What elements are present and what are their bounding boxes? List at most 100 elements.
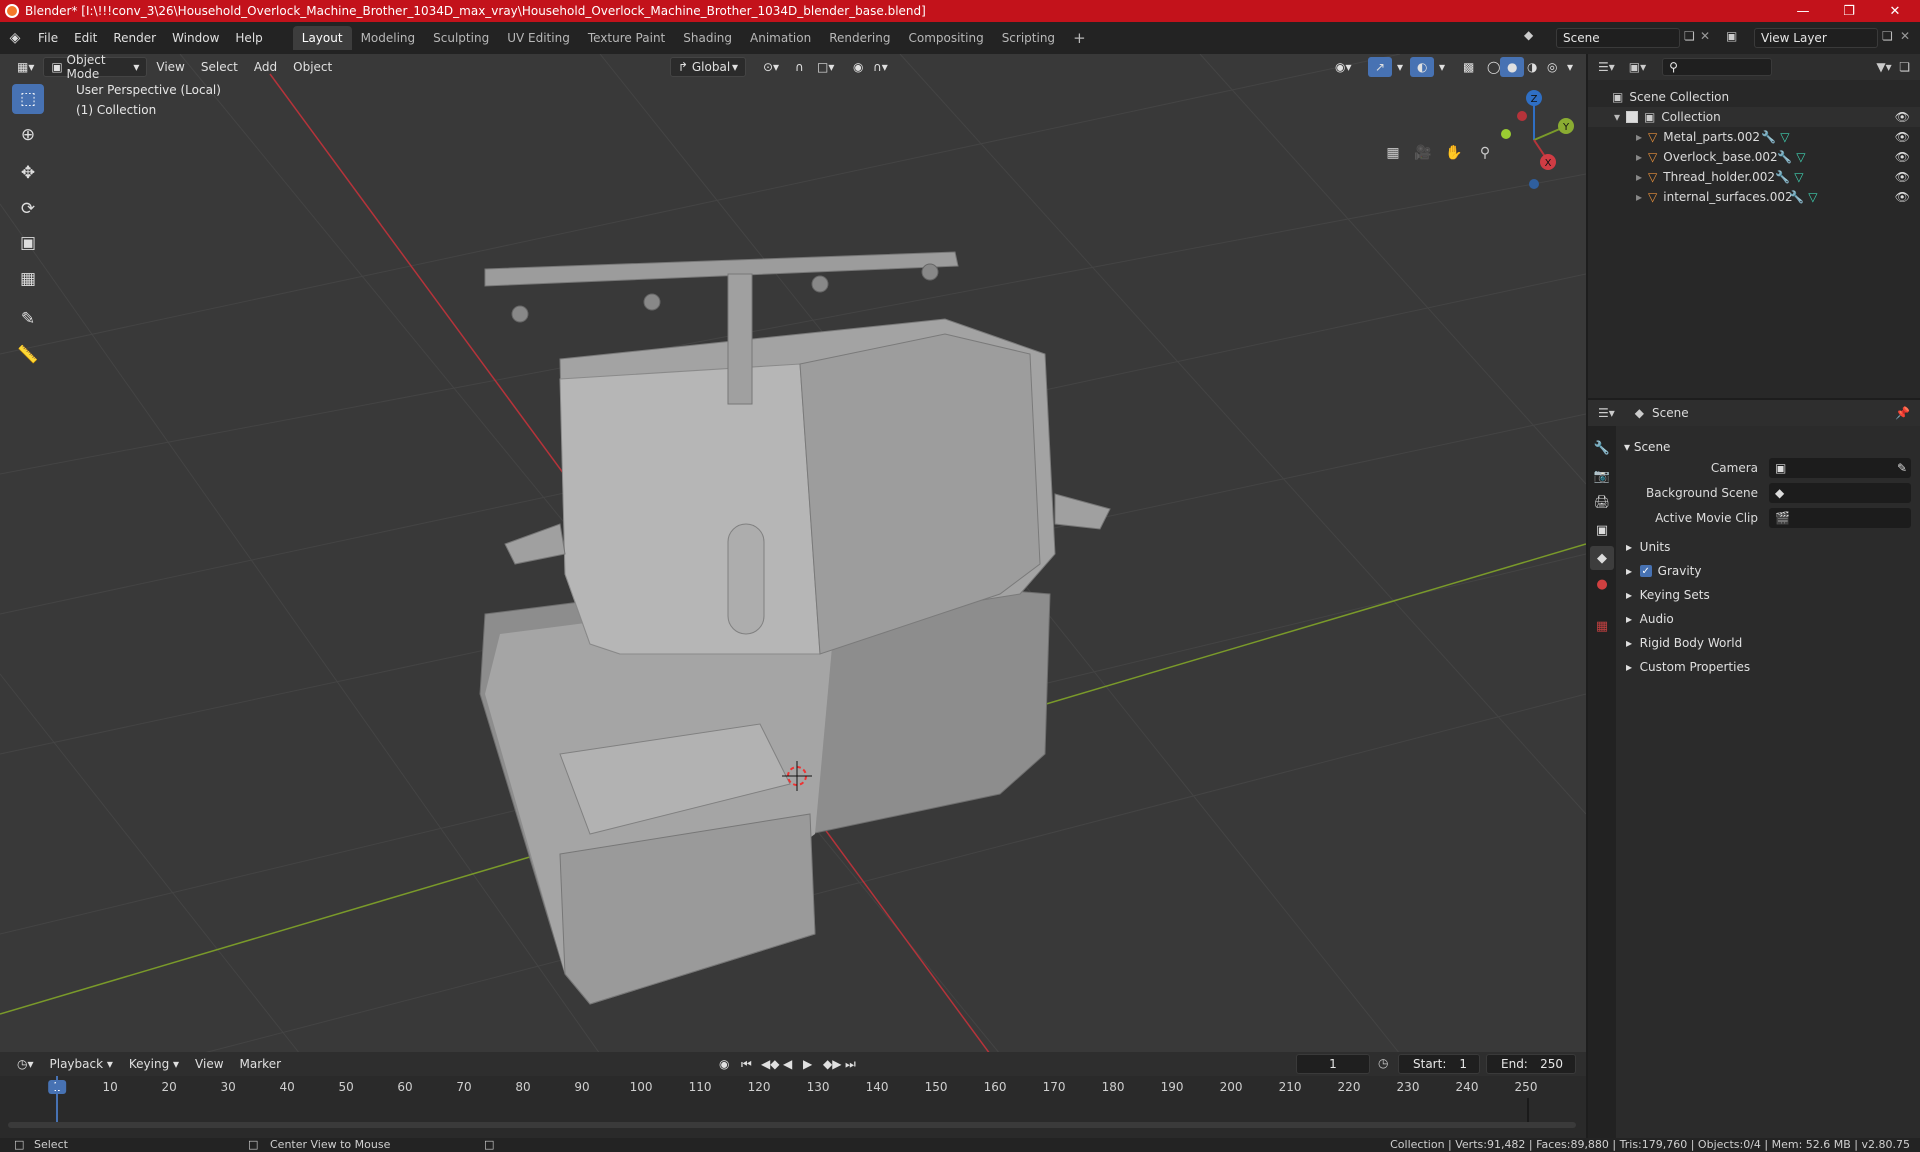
minimize-icon[interactable]: — <box>1780 0 1826 22</box>
close-icon[interactable]: ✕ <box>1872 0 1918 22</box>
units-panel[interactable]: ▸ Units <box>1626 536 1670 558</box>
mesh-data-icon[interactable]: ▽ <box>1796 150 1805 164</box>
expand-arrow-icon[interactable]: ▸ <box>1636 190 1642 204</box>
expand-arrow-icon[interactable]: ▸ <box>1636 130 1642 144</box>
mode-selector[interactable]: ▣ Object Mode ▾ <box>43 54 148 81</box>
visibility-eye-icon[interactable]: 👁 <box>1895 130 1910 144</box>
gizmo-toggle-icon[interactable]: ↗ <box>1368 57 1393 77</box>
delete-view-layer-icon[interactable]: ✕ <box>1900 29 1910 43</box>
outliner-editor-type-icon[interactable]: ☰▾ <box>1598 60 1615 74</box>
menu-window[interactable]: Window <box>164 31 227 45</box>
menu-view[interactable]: View <box>149 57 191 77</box>
tab-modeling[interactable]: Modeling <box>352 26 425 50</box>
pin-icon[interactable]: 📌 <box>1895 406 1910 420</box>
timeline-scrollbar[interactable] <box>8 1122 1576 1128</box>
menu-help[interactable]: Help <box>227 31 270 45</box>
3d-viewport[interactable]: ▦▾ ▣ Object Mode ▾ View Select Add Object… <box>0 54 1586 1054</box>
pan-view-icon[interactable]: ✋ <box>1441 140 1467 166</box>
outliner-item[interactable]: ▸ ▽ Overlock_base.002 🔧 ▽ 👁 <box>1588 147 1920 167</box>
keying-sets-panel[interactable]: ▸ Keying Sets <box>1626 584 1710 606</box>
display-mode-icon[interactable]: ▣▾ <box>1629 60 1646 74</box>
snap-icon[interactable]: ∩ <box>788 57 811 77</box>
tool-tab-icon[interactable]: 🔧 <box>1590 436 1614 460</box>
visibility-eye-icon[interactable]: 👁 <box>1895 170 1910 184</box>
tab-uv-editing[interactable]: UV Editing <box>498 26 579 50</box>
mesh-data-icon[interactable]: ▽ <box>1808 190 1817 204</box>
overlock-machine-model[interactable] <box>479 251 1111 1005</box>
collapse-arrow-icon[interactable]: ▾ <box>1614 110 1620 124</box>
scene-selector[interactable]: Scene <box>1556 28 1680 48</box>
menu-edit[interactable]: Edit <box>66 31 105 45</box>
eyedropper-icon[interactable]: ✎ <box>1897 461 1907 475</box>
tab-shading[interactable]: Shading <box>674 26 741 50</box>
background-scene-field[interactable]: ◆ <box>1769 483 1911 503</box>
camera-view-icon[interactable]: 🎥 <box>1410 140 1436 166</box>
blender-menu-icon[interactable]: ◈ <box>0 30 30 46</box>
visibility-eye-icon[interactable]: 👁 <box>1895 190 1910 204</box>
outliner-item[interactable]: ▸ ▽ Metal_parts.002 🔧 ▽ 👁 <box>1588 127 1920 147</box>
menu-playback[interactable]: Playback ▾ <box>43 1054 120 1074</box>
outliner-scene-collection[interactable]: ▣ Scene Collection <box>1588 87 1920 107</box>
outliner-collection[interactable]: ▾ ▣ Collection 👁 <box>1588 107 1920 127</box>
tab-rendering[interactable]: Rendering <box>820 26 899 50</box>
active-movie-clip-field[interactable]: 🎬 <box>1769 508 1911 528</box>
outliner-search-input[interactable]: ⚲ <box>1662 58 1773 76</box>
view-layer-icon[interactable]: ▣ <box>1726 29 1737 43</box>
cursor-tool-icon[interactable]: ⊕ <box>12 120 44 150</box>
jump-end-icon[interactable]: ⏭ <box>838 1054 863 1074</box>
menu-render[interactable]: Render <box>105 31 164 45</box>
delete-scene-icon[interactable]: ✕ <box>1700 29 1710 43</box>
tab-sculpting[interactable]: Sculpting <box>424 26 498 50</box>
modifier-wrench-icon[interactable]: 🔧 <box>1761 130 1776 144</box>
preview-range-icon[interactable]: ◷ <box>1378 1056 1388 1070</box>
tab-scripting[interactable]: Scripting <box>993 26 1064 50</box>
new-scene-icon[interactable]: ❏ <box>1684 29 1695 43</box>
toggle-grid-view-icon[interactable]: ▦ <box>1380 140 1406 166</box>
new-view-layer-icon[interactable]: ❏ <box>1882 29 1893 43</box>
filter-icon[interactable]: ▼▾ ❏ <box>1876 60 1910 74</box>
record-icon[interactable]: ◉ <box>712 1054 736 1074</box>
menu-select[interactable]: Select <box>194 57 245 77</box>
shading-dropdown-icon[interactable]: ▾ <box>1560 57 1580 77</box>
gravity-panel[interactable]: ▸ ✓ Gravity <box>1626 560 1701 582</box>
tab-layout[interactable]: Layout <box>292 26 352 50</box>
visibility-eye-icon[interactable]: 👁 <box>1895 150 1910 164</box>
transform-tool-icon[interactable]: ▦ <box>12 264 44 294</box>
menu-object[interactable]: Object <box>286 57 339 77</box>
modifier-wrench-icon[interactable]: 🔧 <box>1775 170 1790 184</box>
scene-section-header[interactable]: ▾ Scene <box>1624 436 1670 458</box>
editor-type-icon[interactable]: ▦▾ <box>10 57 41 77</box>
tab-texture-paint[interactable]: Texture Paint <box>579 26 674 50</box>
navigation-gizmo[interactable]: Z Y X <box>1486 84 1582 194</box>
frame-ruler[interactable]: 1102030405060708090100110120130140150160… <box>0 1076 1586 1098</box>
menu-add[interactable]: Add <box>247 57 284 77</box>
visibility-eye-icon[interactable]: 👁 <box>1895 110 1910 124</box>
gizmo-dropdown-icon[interactable]: ▾ <box>1390 57 1410 77</box>
select-box-tool-icon[interactable]: ⬚ <box>12 84 44 114</box>
mesh-data-icon[interactable]: ▽ <box>1794 170 1803 184</box>
move-tool-icon[interactable]: ✥ <box>12 158 44 188</box>
overlays-toggle-icon[interactable]: ◐ <box>1410 57 1435 77</box>
snap-target-icon[interactable]: □▾ <box>810 57 841 77</box>
camera-field[interactable]: ▣ ✎ <box>1769 458 1911 478</box>
transform-orientation[interactable]: ↱ Global ▾ <box>670 57 746 77</box>
gravity-checkbox[interactable]: ✓ <box>1639 565 1652 577</box>
scene-tab-icon[interactable]: ◆ <box>1590 546 1614 570</box>
texture-tab-icon[interactable]: ▦ <box>1590 614 1614 638</box>
xray-icon[interactable]: ▩ <box>1456 57 1481 77</box>
mesh-data-icon[interactable]: ▽ <box>1780 130 1789 144</box>
expand-arrow-icon[interactable]: ▸ <box>1636 150 1642 164</box>
overlays-dropdown-icon[interactable]: ▾ <box>1432 57 1452 77</box>
world-tab-icon[interactable]: ● <box>1590 572 1614 596</box>
menu-file[interactable]: File <box>30 31 66 45</box>
menu-marker[interactable]: Marker <box>233 1054 288 1074</box>
end-frame-field[interactable]: End: 250 <box>1486 1054 1576 1074</box>
exclude-checkbox[interactable] <box>1626 111 1639 123</box>
playhead[interactable] <box>56 1076 58 1126</box>
visibility-icon[interactable]: ◉▾ <box>1328 57 1359 77</box>
menu-keying[interactable]: Keying ▾ <box>122 1054 186 1074</box>
rigid-body-world-panel[interactable]: ▸ Rigid Body World <box>1626 632 1742 654</box>
falloff-icon[interactable]: ∩▾ <box>866 57 895 77</box>
outliner-item[interactable]: ▸ ▽ Thread_holder.002 🔧 ▽ 👁 <box>1588 167 1920 187</box>
scene-browse-icon[interactable]: ◆ <box>1524 28 1533 42</box>
